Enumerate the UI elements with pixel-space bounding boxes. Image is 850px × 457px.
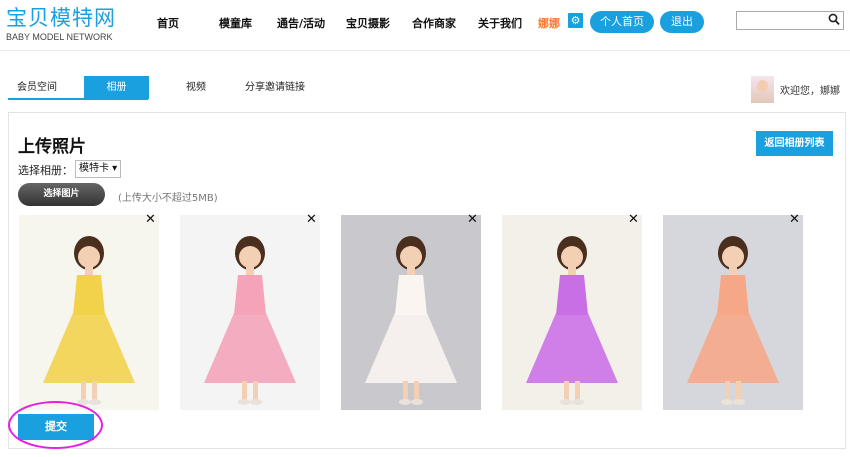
photo-thumbnail[interactable] (341, 215, 481, 410)
album-select[interactable]: 模特卡 ▾ (75, 160, 122, 178)
remove-photo-icon[interactable]: ✕ (306, 212, 317, 227)
back-to-album-list-button[interactable]: 返回相册列表 (756, 131, 833, 156)
photo-thumbnail[interactable] (180, 215, 320, 410)
nav-partners[interactable]: 合作商家 (412, 15, 456, 31)
tab-share-invite-link[interactable]: 分享邀请链接 (240, 76, 310, 99)
nav-model-library[interactable]: 模童库 (219, 15, 252, 31)
photo-thumbnail[interactable] (19, 215, 159, 410)
gear-icon[interactable]: ⚙ (568, 13, 583, 28)
tab-album[interactable]: 相册 (84, 76, 149, 99)
page-title: 上传照片 (18, 137, 86, 157)
search-icon[interactable] (828, 13, 840, 29)
remove-photo-icon[interactable]: ✕ (145, 212, 156, 227)
tab-video[interactable]: 视频 (176, 76, 216, 99)
logo-title: 宝贝模特网 (6, 6, 116, 30)
nav-events[interactable]: 通告/活动 (277, 15, 325, 31)
upload-size-hint: (上传大小不超过5MB) (118, 193, 218, 204)
remove-photo-icon[interactable]: ✕ (789, 212, 800, 227)
album-select-label: 选择相册： (18, 164, 73, 177)
nav-photography[interactable]: 宝贝摄影 (346, 15, 390, 31)
choose-image-button[interactable]: 选择图片 (18, 183, 105, 206)
avatar[interactable] (751, 76, 774, 103)
remove-photo-icon[interactable]: ✕ (467, 212, 478, 227)
nav-home[interactable]: 首页 (157, 15, 179, 31)
profile-button[interactable]: 个人首页 (590, 11, 654, 33)
search-input[interactable] (736, 11, 844, 30)
tab-member-space[interactable]: 会员空间 (8, 76, 66, 99)
header-divider (0, 50, 850, 51)
logout-button[interactable]: 退出 (660, 11, 704, 33)
subnav-underline (8, 98, 148, 100)
nav-about[interactable]: 关于我们 (478, 15, 522, 31)
logo-subtitle: BABY MODEL NETWORK (6, 32, 113, 42)
site-logo[interactable]: 宝贝模特网 BABY MODEL NETWORK (6, 6, 116, 43)
username-link[interactable]: 娜娜 (538, 15, 560, 31)
photo-thumbnail[interactable] (663, 215, 803, 410)
welcome-text: 欢迎您，娜娜 (780, 86, 840, 97)
highlight-annotation (8, 401, 103, 449)
remove-photo-icon[interactable]: ✕ (628, 212, 639, 227)
photo-thumbnail[interactable] (502, 215, 642, 410)
